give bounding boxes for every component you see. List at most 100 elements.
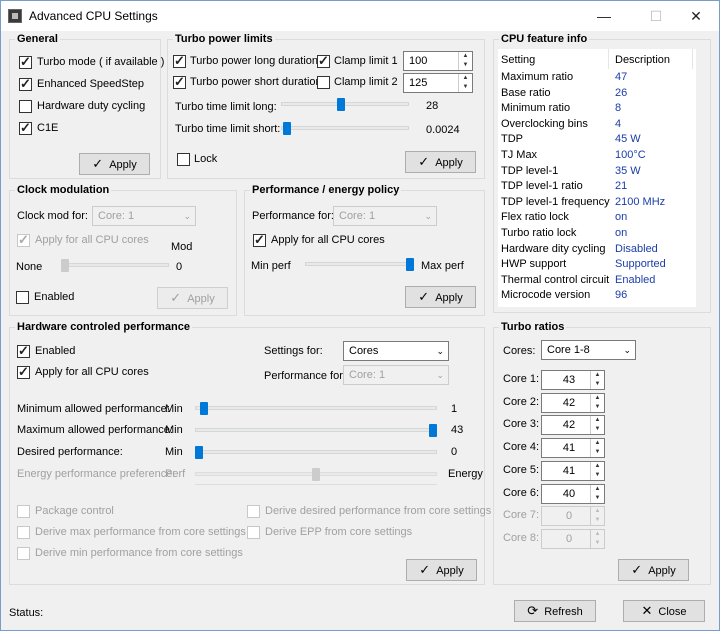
cpu-info-value[interactable]: 2100 MHz (615, 196, 665, 208)
derive-min-checkbox[interactable] (17, 547, 30, 560)
clamp1-checkbox[interactable] (317, 53, 330, 69)
cpu-info-setting[interactable]: Overclocking bins (501, 118, 588, 130)
cpu-info-setting[interactable]: Flex ratio lock (501, 211, 569, 223)
clock-enabled-checkbox[interactable] (16, 291, 29, 304)
core-ratio-stepper[interactable]: 43 ▲ ▼ (541, 370, 605, 390)
clock-apply-all-checkbox[interactable] (17, 232, 30, 248)
spin-arrows-icon[interactable]: ▲ ▼ (458, 74, 472, 92)
core-ratio-stepper[interactable]: 41 ▲ ▼ (541, 438, 605, 459)
cpu-info-setting[interactable]: Minimum ratio (501, 102, 570, 114)
time-short-slider[interactable] (281, 126, 409, 130)
hwp-apply-button[interactable]: ✓ Apply (406, 559, 477, 581)
cpu-info-value[interactable]: 35 W (615, 165, 641, 177)
cpu-info-value[interactable]: 47 (615, 71, 627, 83)
derive-epp-checkbox[interactable] (247, 526, 260, 539)
cpu-info-value[interactable]: Disabled (615, 243, 658, 255)
spin-arrows-icon[interactable]: ▲ ▼ (590, 484, 604, 503)
min-allowed-thumb[interactable] (199, 402, 208, 415)
cpu-info-value[interactable]: 4 (615, 118, 621, 130)
turbo-long-checkbox[interactable] (173, 53, 186, 69)
cpu-info-value[interactable]: 45 W (615, 133, 641, 145)
spin-arrows-icon[interactable]: ▲ ▼ (590, 529, 604, 548)
core-ratio-stepper[interactable]: 42 ▲ ▼ (541, 392, 605, 413)
spin-arrows-icon[interactable]: ▲ ▼ (590, 371, 604, 389)
cpu-info-value[interactable]: 100°C (615, 149, 646, 161)
hwp-perf-for-select[interactable]: Core: 1 ⌄ (343, 365, 449, 385)
core-ratio-stepper[interactable]: 40 ▲ ▼ (541, 483, 605, 504)
desired-perf-slider[interactable] (195, 450, 437, 454)
cpu-info-setting[interactable]: TDP level-1 ratio (501, 180, 583, 192)
perf-apply-button[interactable]: ✓ Apply (405, 286, 476, 308)
clamp2-checkbox[interactable] (317, 76, 330, 89)
clock-mod-core-select[interactable]: Core: 1 ⌄ (92, 206, 196, 226)
lock-checkbox[interactable] (177, 153, 190, 166)
c1e-checkbox[interactable] (19, 120, 32, 136)
power-limit2-stepper[interactable]: 125 ▲ ▼ (403, 73, 473, 93)
perf-apply-all-checkbox[interactable] (253, 232, 266, 248)
epp-thumb[interactable] (312, 468, 320, 481)
hwp-apply-all-checkbox[interactable] (17, 364, 30, 380)
cpu-info-setting[interactable]: Hardware dity cycling (501, 243, 606, 255)
time-long-thumb[interactable] (337, 98, 345, 111)
cpu-info-value[interactable]: on (615, 227, 627, 239)
perf-energy-slider[interactable] (305, 262, 413, 266)
core-ratio-stepper[interactable]: 0 ▲ ▼ (541, 528, 605, 549)
cpu-info-value[interactable]: Enabled (615, 274, 655, 286)
cpu-info-setting[interactable]: Base ratio (501, 87, 551, 99)
minimize-button[interactable]: — (581, 1, 627, 31)
col-desc-header[interactable]: Description (615, 54, 670, 66)
cores-select[interactable]: Core 1-8 ⌄ (541, 340, 636, 360)
close-button[interactable]: ✕ Close (623, 600, 705, 622)
spin-arrows-icon[interactable]: ▲ ▼ (590, 439, 604, 458)
cpu-info-setting[interactable]: HWP support (501, 258, 566, 270)
turbo-mode-checkbox[interactable] (19, 54, 32, 70)
cpu-info-list[interactable]: Setting Description Maximum ratio 47 Base … (498, 49, 696, 307)
speedstep-checkbox[interactable] (19, 76, 32, 92)
cpu-info-setting[interactable]: TDP (501, 133, 523, 145)
power-limit1-stepper[interactable]: 100 ▲ ▼ (403, 51, 473, 71)
cpu-info-setting[interactable]: TJ Max (501, 149, 537, 161)
duty-cycling-checkbox[interactable] (19, 100, 32, 113)
cpu-info-setting[interactable]: TDP level-1 frequency (501, 196, 610, 208)
cpu-info-setting[interactable]: Microcode version (501, 289, 590, 301)
min-allowed-slider[interactable] (195, 406, 437, 410)
cpu-info-setting[interactable]: TDP level-1 (501, 165, 558, 177)
cpu-info-value[interactable]: 26 (615, 87, 627, 99)
spin-arrows-icon[interactable]: ▲ ▼ (590, 461, 604, 480)
spin-arrows-icon[interactable]: ▲ ▼ (590, 416, 604, 435)
col-setting-header[interactable]: Setting (501, 54, 535, 66)
derive-desired-checkbox[interactable] (247, 505, 260, 518)
refresh-button[interactable]: ⟳ Refresh (514, 600, 596, 622)
spin-arrows-icon[interactable]: ▲ ▼ (590, 507, 604, 526)
time-long-slider[interactable] (281, 102, 409, 106)
turbo-short-checkbox[interactable] (173, 74, 186, 90)
spin-arrows-icon[interactable]: ▲ ▼ (458, 52, 472, 70)
perf-core-select[interactable]: Core: 1 ⌄ (333, 206, 437, 226)
cpu-info-setting[interactable]: Thermal control circuit (501, 274, 609, 286)
clock-apply-button[interactable]: ✓ Apply (157, 287, 228, 309)
cpu-info-value[interactable]: Supported (615, 258, 666, 270)
cpu-info-value[interactable]: 8 (615, 102, 621, 114)
package-control-checkbox[interactable] (17, 505, 30, 518)
max-allowed-thumb[interactable] (429, 424, 437, 437)
cpu-info-setting[interactable]: Turbo ratio lock (501, 227, 576, 239)
hwp-enabled-checkbox[interactable] (17, 343, 30, 359)
time-short-thumb[interactable] (283, 122, 291, 135)
derive-max-checkbox[interactable] (17, 526, 30, 539)
core-ratio-stepper[interactable]: 41 ▲ ▼ (541, 460, 605, 481)
perf-energy-thumb[interactable] (406, 258, 414, 271)
clock-mod-thumb[interactable] (61, 259, 69, 272)
core-ratio-stepper[interactable]: 0 ▲ ▼ (541, 506, 605, 527)
turbo-apply-button[interactable]: ✓ Apply (405, 151, 476, 173)
general-apply-button[interactable]: ✓ Apply (79, 153, 150, 175)
desired-perf-thumb[interactable] (195, 446, 203, 459)
cpu-info-setting[interactable]: Maximum ratio (501, 71, 573, 83)
clock-mod-slider[interactable] (61, 263, 169, 267)
settings-for-select[interactable]: Cores ⌄ (343, 341, 449, 361)
spin-arrows-icon[interactable]: ▲ ▼ (590, 393, 604, 412)
close-window-button[interactable]: ✕ (673, 1, 719, 31)
cpu-info-value[interactable]: on (615, 211, 627, 223)
max-allowed-slider[interactable] (195, 428, 437, 432)
cpu-info-value[interactable]: 96 (615, 289, 627, 301)
turbo-ratios-apply-button[interactable]: ✓ Apply (618, 559, 689, 581)
